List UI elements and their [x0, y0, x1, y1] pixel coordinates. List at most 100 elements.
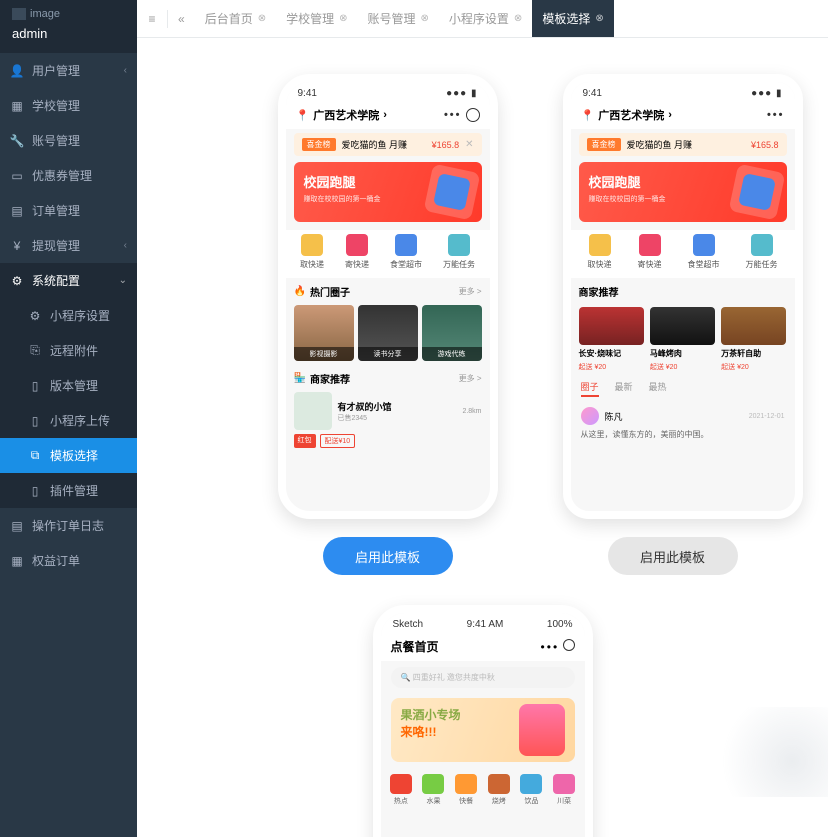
username: admin: [12, 26, 125, 41]
phone-mockup-1: 9:41●●● ▮ 📍 广西艺术学院› ••• 喜金榜 爱吃猫的鱼 月赚 ¥16…: [278, 74, 498, 519]
gear-icon: ⚙: [10, 274, 24, 288]
tab[interactable]: 学校管理⊗: [276, 0, 357, 37]
sidebar-item[interactable]: ▯ 插件管理: [0, 473, 137, 508]
phone-mockup-3: Sketch 9:41 AM 100% 点餐首页 ••• 🔍 四重好礼 邀您共度…: [373, 605, 593, 837]
sidebar-item[interactable]: ▦ 权益订单: [0, 543, 137, 578]
food-category: 快餐: [455, 774, 477, 806]
user-icon: 👤: [10, 64, 24, 78]
feed-tab: 最新: [615, 380, 633, 397]
close-icon[interactable]: ⊗: [595, 13, 603, 24]
nav-label: 小程序上传: [50, 412, 110, 429]
log-icon: ▤: [10, 519, 24, 533]
pin-icon: 📍: [581, 109, 595, 122]
sidebar-item[interactable]: ▯ 版本管理: [0, 368, 137, 403]
shop-card: 万茶轩自助起送 ¥20: [721, 307, 786, 372]
feed-tab: 最热: [649, 380, 667, 397]
phone-mockup-2: 9:41●●● ▮ 📍 广西艺术学院› ••• 喜金榜 爱吃猫的鱼 月赚 ¥16…: [563, 74, 803, 519]
doc-icon: ▯: [28, 379, 42, 393]
hot-card: 游戏代练: [422, 305, 482, 361]
food-category: 热点: [390, 774, 412, 806]
close-icon[interactable]: ⊗: [339, 13, 347, 24]
service-icon: [751, 234, 773, 256]
close-icon[interactable]: ⊗: [514, 13, 522, 24]
tab[interactable]: 模板选择⊗: [532, 0, 613, 37]
close-icon[interactable]: ⊗: [258, 13, 266, 24]
close-icon[interactable]: ⊗: [421, 13, 429, 24]
upload-icon: ▯: [28, 414, 42, 428]
pin-icon: 📍: [296, 109, 310, 122]
service-icon: [346, 234, 368, 256]
sidebar-item[interactable]: ¥提现管理‹: [0, 228, 137, 263]
sidebar-item[interactable]: ⧉模板选择: [0, 438, 137, 473]
tab[interactable]: 后台首页⊗: [195, 0, 276, 37]
tab-home-icon[interactable]: «: [168, 12, 195, 26]
nav-label: 用户管理: [32, 62, 80, 79]
sidebar-item-system-config[interactable]: ⚙ 系统配置 ⌄: [0, 263, 137, 298]
sidebar-item[interactable]: ▤ 操作订单日志: [0, 508, 137, 543]
enable-template-2-button[interactable]: 启用此模板: [608, 537, 738, 575]
copy-icon: ⧉: [28, 448, 42, 463]
chevron-left-icon: ‹: [124, 65, 127, 76]
rights-icon: ▦: [10, 554, 24, 568]
content: 9:41●●● ▮ 📍 广西艺术学院› ••• 喜金榜 爱吃猫的鱼 月赚 ¥16…: [137, 38, 828, 837]
sidebar-item[interactable]: ▯ 小程序上传: [0, 403, 137, 438]
nav-label: 版本管理: [50, 377, 98, 394]
shop-card: 长安·烧味记起送 ¥20: [579, 307, 644, 372]
service-item: 食堂超市: [390, 234, 422, 270]
nav-label: 提现管理: [32, 237, 80, 254]
sidebar-item[interactable]: ▭优惠券管理: [0, 158, 137, 193]
sidebar-item[interactable]: 🔧 账号管理: [0, 123, 137, 158]
sidebar-item[interactable]: ⎘远程附件: [0, 333, 137, 368]
page-tabs: ≡ « 后台首页⊗学校管理⊗账号管理⊗小程序设置⊗模板选择⊗: [137, 0, 828, 38]
sidebar-item[interactable]: ▤订单管理: [0, 193, 137, 228]
sidebar-item[interactable]: 👤 用户管理 ‹: [0, 53, 137, 88]
template-card-1: 9:41●●● ▮ 📍 广西艺术学院› ••• 喜金榜 爱吃猫的鱼 月赚 ¥16…: [258, 74, 518, 575]
template-card-2: 9:41●●● ▮ 📍 广西艺术学院› ••• 喜金榜 爱吃猫的鱼 月赚 ¥16…: [558, 74, 788, 575]
logo-image-placeholder: [12, 8, 26, 20]
tab[interactable]: 小程序设置⊗: [439, 0, 532, 37]
service-item: 万能任务: [443, 234, 475, 270]
nav-label: 操作订单日志: [32, 517, 104, 534]
service-icon: [448, 234, 470, 256]
service-icon: [589, 234, 611, 256]
wrench-icon: 🔧: [10, 134, 24, 148]
school-icon: ▦: [10, 99, 24, 113]
service-item: 寄快递: [345, 234, 369, 270]
nav-label: 订单管理: [32, 202, 80, 219]
search-input: 🔍 四重好礼 邀您共度中秋: [391, 667, 575, 688]
chevron-left-icon: ‹: [124, 240, 127, 251]
nav-label: 插件管理: [50, 482, 98, 499]
enable-template-1-button[interactable]: 启用此模板: [323, 537, 453, 575]
attach-icon: ⎘: [28, 343, 42, 358]
gear-icon: ⚙: [28, 309, 42, 323]
food-category: 饮品: [520, 774, 542, 806]
nav-label: 权益订单: [32, 552, 80, 569]
flame-icon: 🔥: [294, 286, 306, 297]
nav-label: 账号管理: [32, 132, 80, 149]
search-icon: 🔍: [401, 673, 411, 682]
food-category: 烧烤: [488, 774, 510, 806]
nav-label: 学校管理: [32, 97, 80, 114]
shop-card: 马峰烤肉起送 ¥20: [650, 307, 715, 372]
target-icon: [466, 108, 480, 122]
service-item: 取快递: [588, 234, 612, 270]
menu-toggle-icon[interactable]: ≡: [137, 12, 167, 26]
logo-label: image: [30, 8, 60, 20]
chevron-down-icon: ⌄: [119, 275, 127, 286]
tab[interactable]: 账号管理⊗: [358, 0, 439, 37]
logo: image: [12, 8, 125, 20]
avatar: [581, 407, 599, 425]
service-item: 万能任务: [746, 234, 778, 270]
more-icon: •••: [444, 109, 462, 121]
main: ≡ « 后台首页⊗学校管理⊗账号管理⊗小程序设置⊗模板选择⊗ 9:41●●● ▮…: [137, 0, 828, 837]
nav: 👤用户管理‹▦学校管理🔧账号管理▭优惠券管理▤订单管理¥提现管理‹ ⚙ 系统配置…: [0, 53, 137, 837]
signal-icon: ●●● ▮: [446, 88, 477, 99]
sidebar-item[interactable]: ⚙小程序设置: [0, 298, 137, 333]
sidebar-item[interactable]: ▦ 学校管理: [0, 88, 137, 123]
feed-tab: 圈子: [581, 380, 599, 397]
service-icon: [395, 234, 417, 256]
close-icon: ✕: [465, 139, 473, 150]
plugin-icon: ▯: [28, 484, 42, 498]
nav-label: 系统配置: [32, 272, 80, 289]
service-item: 食堂超市: [688, 234, 720, 270]
